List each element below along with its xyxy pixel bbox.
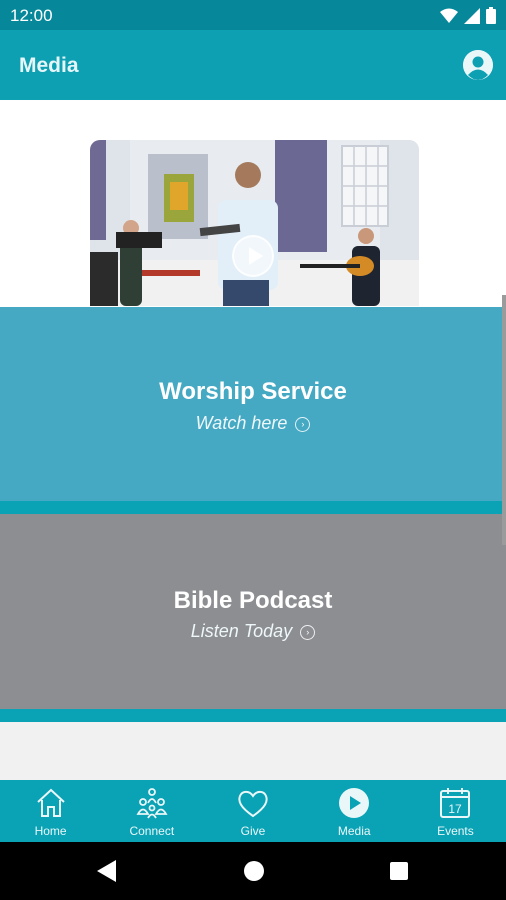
nav-item-give[interactable]: Give bbox=[202, 780, 303, 842]
status-icons bbox=[440, 7, 496, 24]
card-subtitle-label: Watch here bbox=[195, 413, 288, 433]
system-navigation-bar bbox=[0, 842, 506, 900]
nav-label: Home bbox=[34, 824, 67, 838]
bottom-navigation: Home Connect Give Media 17 Events bbox=[0, 780, 506, 842]
back-icon[interactable] bbox=[97, 860, 116, 882]
worship-service-card[interactable]: Worship Service Watch here › bbox=[0, 307, 506, 501]
divider-strip bbox=[0, 501, 506, 514]
card-subtitle-label: Listen Today bbox=[190, 621, 293, 641]
card-subtitle[interactable]: Listen Today › bbox=[0, 621, 506, 642]
calendar-day: 17 bbox=[449, 802, 463, 816]
media-content: Worship Service Watch here › Bible Podcas… bbox=[0, 100, 506, 780]
page-title: Media bbox=[19, 54, 79, 77]
chevron-right-icon: › bbox=[295, 416, 311, 432]
home-circle-icon[interactable] bbox=[244, 861, 264, 881]
profile-button[interactable] bbox=[463, 50, 493, 80]
chevron-right-icon: › bbox=[300, 624, 316, 640]
wifi-icon bbox=[440, 8, 458, 23]
scrollbar-thumb[interactable] bbox=[502, 295, 506, 545]
battery-icon bbox=[486, 7, 496, 24]
nav-label: Events bbox=[437, 824, 474, 838]
play-circle-icon bbox=[339, 788, 370, 818]
recent-apps-icon[interactable] bbox=[390, 862, 408, 880]
status-bar: 12:00 bbox=[0, 0, 506, 30]
worship-scene-image bbox=[90, 140, 419, 306]
play-button[interactable] bbox=[232, 235, 274, 277]
home-icon bbox=[36, 788, 65, 817]
nav-item-media[interactable]: Media bbox=[304, 780, 405, 842]
nav-item-events[interactable]: 17 Events bbox=[405, 780, 506, 842]
nav-item-home[interactable]: Home bbox=[0, 780, 101, 842]
nav-label: Give bbox=[240, 824, 266, 838]
nav-label: Connect bbox=[129, 824, 175, 838]
nav-item-connect[interactable]: Connect bbox=[101, 780, 202, 842]
empty-space bbox=[0, 722, 506, 780]
heart-icon bbox=[238, 790, 268, 818]
calendar-icon: 17 bbox=[440, 788, 471, 818]
cellular-signal-icon bbox=[464, 7, 480, 24]
divider-strip bbox=[0, 709, 506, 722]
worship-video-thumbnail[interactable] bbox=[90, 140, 419, 306]
status-time: 12:00 bbox=[10, 6, 53, 25]
people-icon bbox=[136, 788, 168, 819]
bible-podcast-card[interactable]: Bible Podcast Listen Today › bbox=[0, 514, 506, 709]
nav-label: Media bbox=[337, 824, 371, 838]
card-subtitle[interactable]: Watch here › bbox=[0, 413, 506, 434]
card-title: Bible Podcast bbox=[173, 587, 333, 614]
account-circle-icon bbox=[463, 50, 493, 80]
app-bar: Media bbox=[0, 30, 506, 100]
card-title: Worship Service bbox=[159, 378, 347, 405]
